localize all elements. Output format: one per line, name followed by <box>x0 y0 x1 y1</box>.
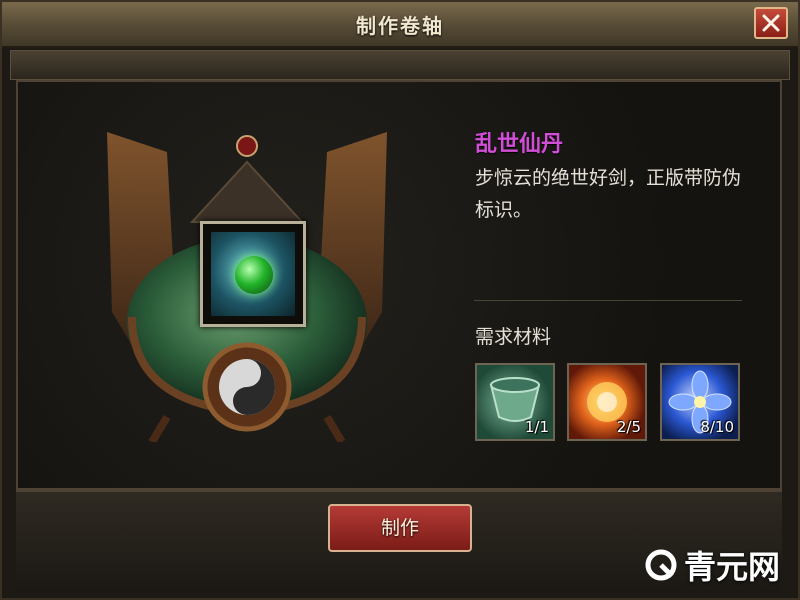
material-slot-fire-orb[interactable]: 2/5 <box>567 363 647 441</box>
material-slot-jade-cup[interactable]: 1/1 <box>475 363 555 441</box>
close-button[interactable] <box>754 7 788 39</box>
item-description: 步惊云的绝世好剑，正版带防伪标识。 <box>475 167 742 221</box>
decorative-frame <box>10 50 790 80</box>
window-title: 制作卷轴 <box>356 14 444 38</box>
green-pill-icon <box>235 256 273 294</box>
material-count: 8/10 <box>700 418 734 436</box>
divider <box>474 300 742 301</box>
make-button[interactable]: 制作 <box>328 504 472 552</box>
product-slot[interactable] <box>200 221 306 327</box>
watermark-logo-icon <box>645 549 677 581</box>
materials-title: 需求材料 <box>475 326 552 348</box>
item-name: 乱世仙丹 <box>475 132 564 157</box>
watermark-text: 青元网 <box>683 548 780 586</box>
craft-scroll-window: 制作卷轴 乱世仙丹 步惊云的绝世好剑，正版带防伪标识。 需求材料 1/1 2/5… <box>0 0 800 600</box>
material-count: 2/5 <box>616 418 641 436</box>
elixir-icon <box>211 232 295 316</box>
watermark: 青元网 <box>644 542 780 588</box>
material-slot-blue-flower[interactable]: 8/10 <box>660 363 740 441</box>
close-icon <box>762 14 780 32</box>
title-bar: 制作卷轴 <box>2 2 798 48</box>
material-count: 1/1 <box>524 418 549 436</box>
